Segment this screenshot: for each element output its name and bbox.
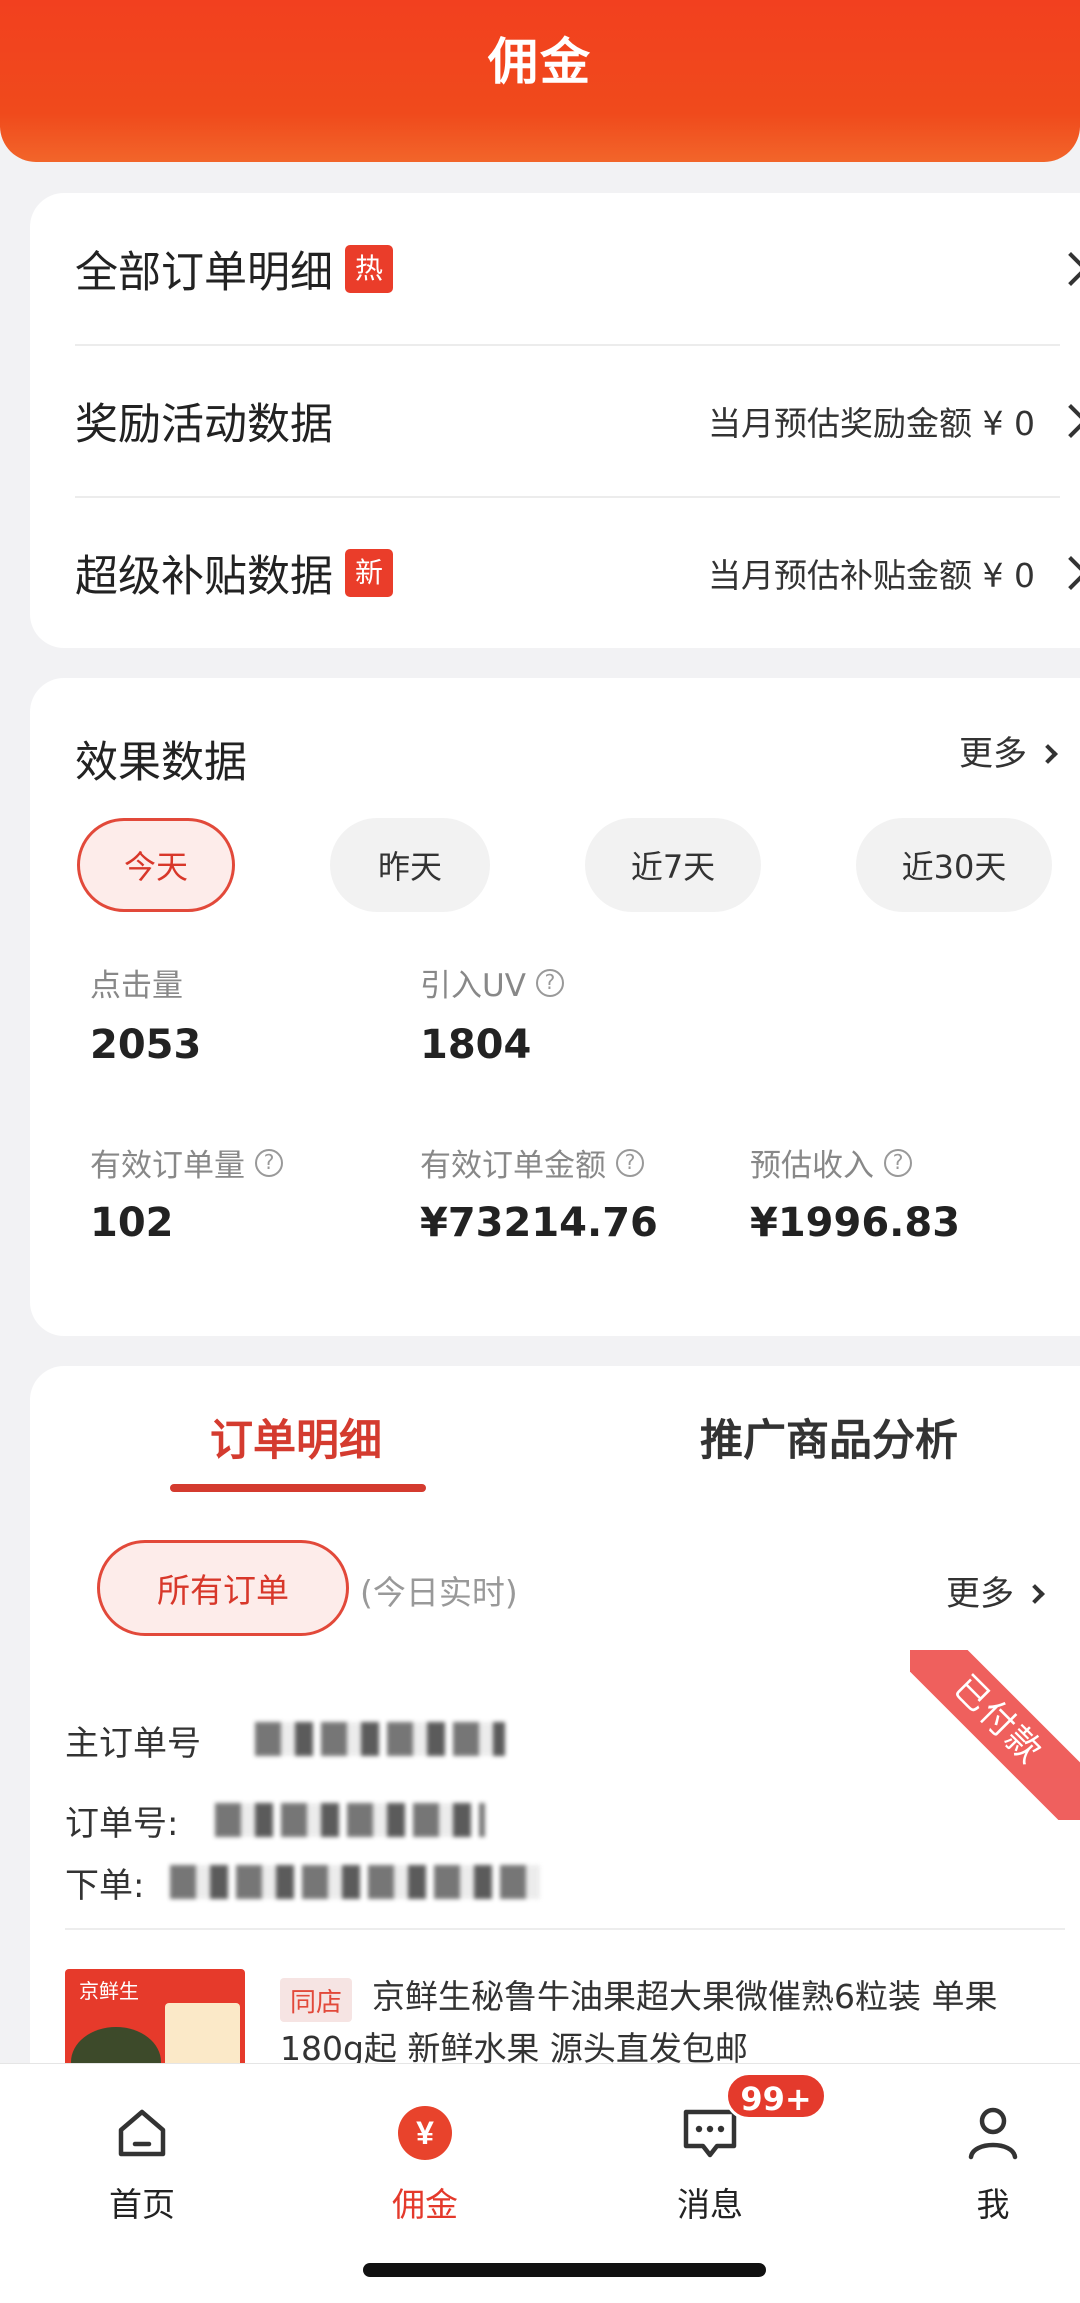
metric-value-valid-orders: 102 (90, 1200, 174, 1246)
filter-7days[interactable]: 近7天 (585, 818, 761, 912)
subsidy-estimate: 当月预估补贴金额 ¥ 0 (708, 556, 1035, 595)
help-icon[interactable]: ? (535, 968, 564, 997)
user-icon (964, 2104, 1022, 2162)
orders-card: 订单明细 推广商品分析 所有订单 (今日实时) 更多 已付款 主订单号 订单号:… (30, 1366, 1080, 2089)
status-ribbon-label: 已付款 (910, 1650, 1080, 1820)
message-count-badge: 99+ (725, 2072, 827, 2120)
new-tag: 新 (345, 549, 393, 597)
yen-icon: ¥ (396, 2104, 454, 2162)
more-link[interactable]: 更多 (946, 1566, 1045, 1615)
placed-label: 下单: (65, 1866, 145, 1906)
more-label: 更多 (959, 734, 1027, 774)
page-title: 佣金 (488, 33, 592, 91)
nav-label: 消息 (677, 2185, 743, 2224)
filter-today[interactable]: 今天 (77, 818, 235, 912)
metric-value-order-amount: ¥73214.76 (420, 1200, 658, 1246)
help-icon[interactable]: ? (884, 1148, 912, 1177)
help-icon[interactable]: ? (255, 1148, 283, 1177)
reward-estimate: 当月预估奖励金额 ¥ 0 (708, 404, 1035, 443)
filter-30days[interactable]: 近30天 (856, 818, 1052, 912)
metric-value-estimated-income: ¥1996.83 (750, 1200, 961, 1246)
metric-label-valid-orders: 有效订单量? (90, 1140, 283, 1185)
svg-text:¥: ¥ (416, 2115, 434, 2151)
filter-yesterday[interactable]: 昨天 (330, 818, 490, 912)
hot-tag: 热 (345, 245, 393, 293)
nav-commission[interactable]: ¥ 佣金 (350, 2104, 500, 2226)
menu-item-label: 超级补贴数据 (75, 552, 333, 602)
menu-item-all-orders[interactable]: 全部订单明细 热 (75, 193, 1080, 345)
metric-label-clicks: 点击量 (90, 960, 183, 1005)
metric-label-estimated-income: 预估收入? (750, 1140, 912, 1185)
effect-data-card: 效果数据 更多 今天 昨天 近7天 近30天 点击量 2053 引入UV? 18… (30, 678, 1080, 1336)
nav-home[interactable]: 首页 (67, 2104, 217, 2226)
metric-label-text: 预估收入 (750, 1148, 874, 1184)
main-order-label: 主订单号 (65, 1724, 201, 1764)
active-tab-indicator (170, 1484, 426, 1492)
menu-item-reward-data[interactable]: 奖励活动数据 当月预估奖励金额 ¥ 0 (75, 345, 1080, 497)
menu-card: 全部订单明细 热 奖励活动数据 当月预估奖励金额 ¥ 0 超级补贴数据 新 当月… (30, 193, 1080, 648)
metric-label-text: 点击量 (90, 968, 183, 1004)
nav-label: 我 (976, 2185, 1010, 2224)
home-icon (113, 2104, 171, 2162)
realtime-note: (今日实时) (360, 1573, 518, 1612)
section-title: 效果数据 (75, 738, 247, 788)
tab-order-details[interactable]: 订单明细 (210, 1406, 382, 1468)
header-bar: 佣金 (0, 0, 1080, 162)
metric-label-order-amount: 有效订单金额? (420, 1140, 644, 1185)
redacted-order-time (170, 1865, 540, 1899)
message-icon (681, 2104, 739, 2162)
more-link[interactable]: 更多 (959, 726, 1058, 775)
more-label: 更多 (946, 1574, 1014, 1614)
divider (65, 1928, 1065, 1930)
chevron-right-icon (1054, 252, 1080, 286)
product-title[interactable]: 京鲜生秘鲁牛油果超大果微催熟6粒装 单果180g起 新鲜水果 源头直发包邮 (280, 1971, 1050, 2075)
metric-label-text: 有效订单金额 (420, 1148, 606, 1184)
tab-product-analysis[interactable]: 推广商品分析 (700, 1406, 958, 1468)
chevron-right-icon (1054, 404, 1080, 438)
metric-value-clicks: 2053 (90, 1022, 202, 1068)
chevron-right-icon (1054, 556, 1080, 590)
help-icon[interactable]: ? (616, 1148, 644, 1177)
nav-label: 首页 (109, 2185, 175, 2224)
menu-item-subsidy-data[interactable]: 超级补贴数据 新 当月预估补贴金额 ¥ 0 (75, 497, 1080, 649)
metric-label-uv: 引入UV? (420, 960, 564, 1005)
order-number-label: 订单号: (65, 1804, 179, 1844)
chevron-right-icon (1038, 744, 1058, 764)
metric-label-text: 有效订单量 (90, 1148, 245, 1184)
metric-label-text: 引入UV (420, 968, 526, 1004)
redacted-main-order-number (255, 1722, 505, 1756)
redacted-order-number (215, 1803, 485, 1837)
chevron-right-icon (1025, 1584, 1045, 1604)
nav-me[interactable]: 我 (918, 2104, 1068, 2226)
menu-item-label: 奖励活动数据 (75, 400, 333, 450)
menu-item-label: 全部订单明细 (75, 248, 333, 298)
nav-label: 佣金 (392, 2185, 458, 2224)
product-image-brand: 京鲜生 (79, 1979, 139, 2003)
same-store-tag: 同店 (280, 1978, 352, 2022)
status-ribbon: 已付款 (910, 1650, 1080, 1820)
all-orders-filter[interactable]: 所有订单 (97, 1540, 349, 1636)
home-indicator[interactable] (363, 2263, 766, 2277)
metric-value-uv: 1804 (420, 1022, 532, 1068)
